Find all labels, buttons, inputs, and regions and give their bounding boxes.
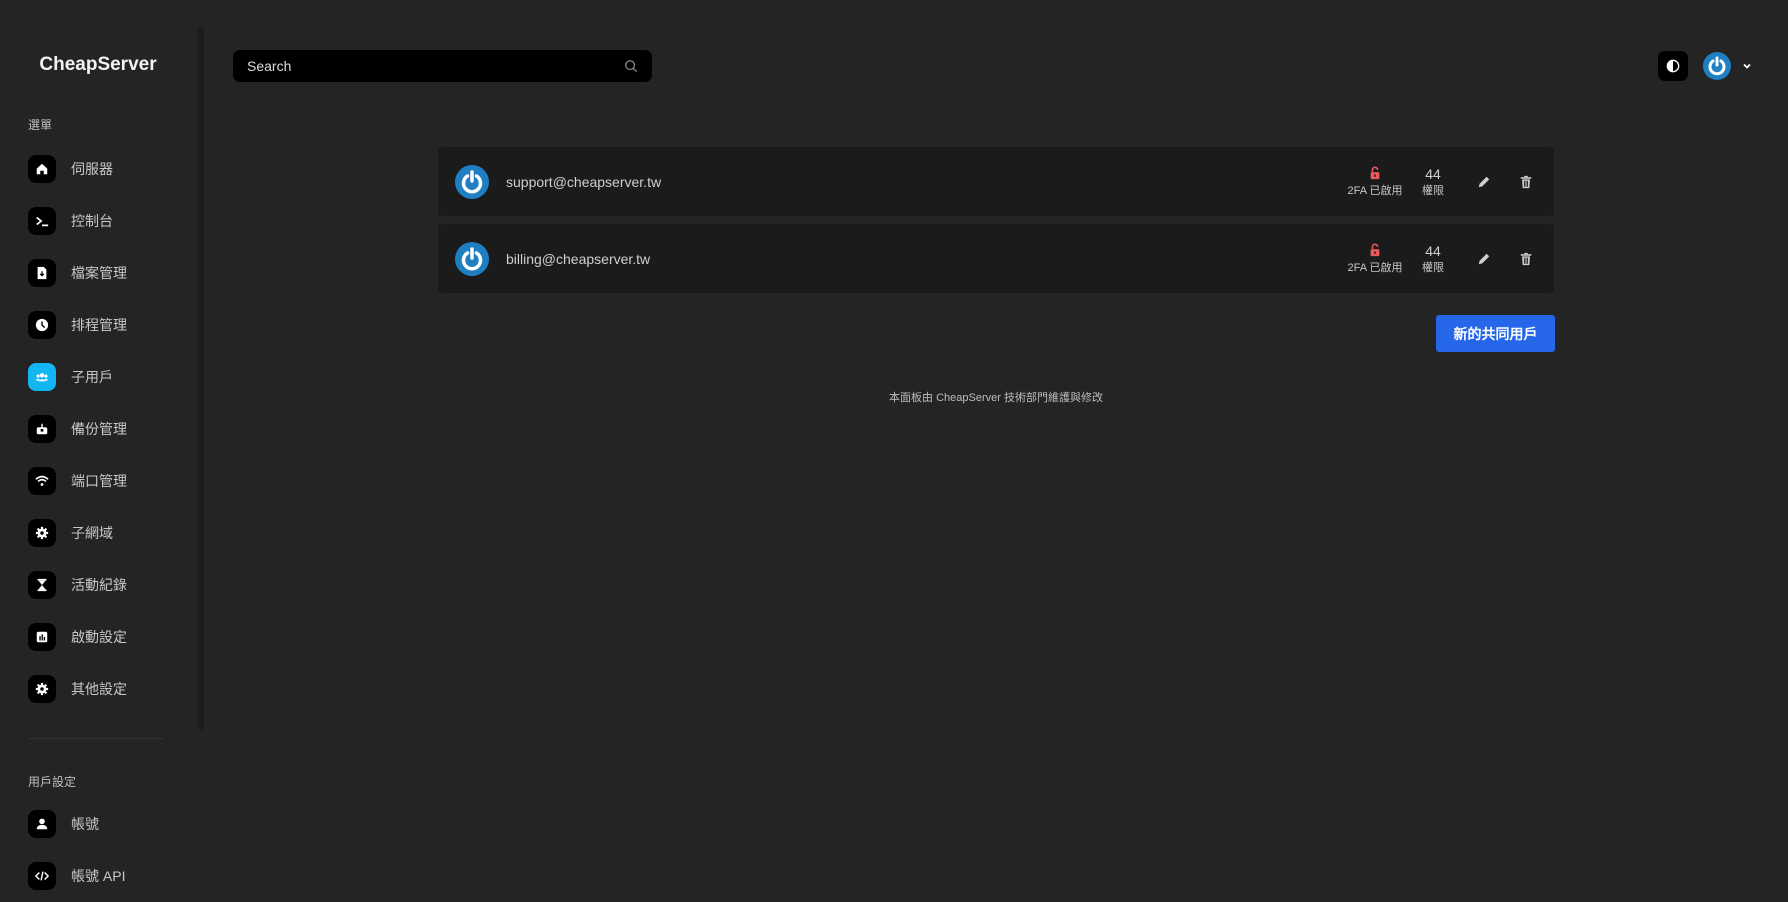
delete-button[interactable] bbox=[1511, 244, 1541, 274]
sidebar-item-subusers[interactable]: 子用戶 bbox=[28, 363, 188, 391]
sidebar-item-activity[interactable]: 活動紀錄 bbox=[28, 571, 188, 599]
permissions-label: 權限 bbox=[1422, 261, 1444, 274]
sidebar-item-label: 啟動設定 bbox=[71, 629, 127, 645]
gear-icon bbox=[28, 519, 56, 547]
new-subuser-button[interactable]: 新的共同用戶 bbox=[1436, 315, 1555, 352]
wifi-icon bbox=[28, 467, 56, 495]
sidebar-item-ports[interactable]: 端口管理 bbox=[28, 467, 188, 495]
user-avatar[interactable] bbox=[1703, 52, 1731, 80]
sidebar-item-label: 其他設定 bbox=[71, 681, 127, 697]
sidebar-item-account-api[interactable]: 帳號 API bbox=[28, 862, 188, 890]
sidebar-item-subdomains[interactable]: 子網域 bbox=[28, 519, 188, 547]
unlock-icon bbox=[1370, 166, 1380, 179]
sidebar-item-label: 帳號 bbox=[71, 816, 99, 832]
permissions-number: 44 bbox=[1425, 165, 1441, 182]
search-input[interactable] bbox=[247, 58, 624, 74]
sidebar-divider bbox=[28, 738, 164, 739]
users-icon bbox=[28, 363, 56, 391]
edit-button[interactable] bbox=[1469, 244, 1499, 274]
subuser-email: billing@cheapserver.tw bbox=[506, 250, 651, 267]
sidebar-item-label: 活動紀錄 bbox=[71, 577, 127, 593]
pencil-icon bbox=[1478, 253, 1490, 264]
tfa-status: 2FA 已啟用 bbox=[1345, 166, 1405, 198]
sidebar-item-servers[interactable]: 伺服器 bbox=[28, 155, 188, 183]
sidebar-item-label: 備份管理 bbox=[71, 421, 127, 437]
search-icon[interactable] bbox=[624, 59, 638, 73]
sidebar-item-other-settings[interactable]: 其他設定 bbox=[28, 675, 188, 703]
permissions-count: 44 權限 bbox=[1409, 243, 1457, 275]
clock-icon bbox=[28, 311, 56, 339]
trash-icon bbox=[1520, 175, 1532, 188]
file-icon bbox=[28, 259, 56, 287]
menu-section-label: 選單 bbox=[28, 118, 53, 132]
subuser-avatar bbox=[455, 241, 489, 276]
sidebar-item-backups[interactable]: 備份管理 bbox=[28, 415, 188, 443]
sidebar-item-label: 檔案管理 bbox=[71, 265, 127, 281]
subuser-email: support@cheapserver.tw bbox=[506, 173, 662, 190]
theme-toggle-button[interactable] bbox=[1658, 51, 1688, 81]
chevron-down-icon[interactable] bbox=[1741, 60, 1753, 72]
trash-icon bbox=[1520, 252, 1532, 265]
unlock-icon bbox=[1370, 243, 1380, 256]
hourglass-icon bbox=[28, 571, 56, 599]
subuser-avatar bbox=[455, 164, 489, 199]
permissions-number: 44 bbox=[1425, 242, 1441, 259]
sidebar-item-label: 帳號 API bbox=[71, 868, 126, 884]
backup-icon bbox=[28, 415, 56, 443]
sidebar-item-files[interactable]: 檔案管理 bbox=[28, 259, 188, 287]
sidebar-item-label: 控制台 bbox=[71, 213, 113, 229]
sidebar-item-label: 子用戶 bbox=[71, 369, 113, 385]
sidebar-scrollbar[interactable] bbox=[198, 26, 204, 730]
terminal-icon bbox=[28, 207, 56, 235]
permissions-count: 44 權限 bbox=[1409, 166, 1457, 198]
user-settings-section-label: 用戶設定 bbox=[28, 775, 77, 789]
footer-text: 本面板由 CheapServer 技術部門維護與修改 bbox=[889, 392, 1103, 404]
user-icon bbox=[28, 810, 56, 838]
gear-icon bbox=[28, 675, 56, 703]
code-icon bbox=[28, 862, 56, 890]
home-icon bbox=[28, 155, 56, 183]
contrast-icon bbox=[1666, 59, 1680, 73]
permissions-label: 權限 bbox=[1422, 184, 1444, 197]
sidebar-item-label: 伺服器 bbox=[71, 161, 113, 177]
pencil-icon bbox=[1478, 176, 1490, 187]
sidebar-item-label: 子網域 bbox=[71, 525, 113, 541]
sidebar-item-account[interactable]: 帳號 bbox=[28, 810, 188, 838]
delete-button[interactable] bbox=[1511, 167, 1541, 197]
chart-icon bbox=[28, 623, 56, 651]
subuser-row: support@cheapserver.tw 2FA 已啟用 44 權限 bbox=[438, 147, 1554, 216]
tfa-label: 2FA 已啟用 bbox=[1347, 261, 1403, 274]
sidebar-item-startup[interactable]: 啟動設定 bbox=[28, 623, 188, 651]
edit-button[interactable] bbox=[1469, 167, 1499, 197]
sidebar-item-label: 排程管理 bbox=[71, 317, 127, 333]
tfa-label: 2FA 已啟用 bbox=[1347, 184, 1403, 197]
search-bar[interactable] bbox=[233, 50, 652, 82]
tfa-status: 2FA 已啟用 bbox=[1345, 243, 1405, 275]
sidebar: CheapServer 選單 伺服器 控制台 檔案管理 排程管理 子用戶 備份管… bbox=[0, 0, 196, 902]
sidebar-item-schedules[interactable]: 排程管理 bbox=[28, 311, 188, 339]
brand-logo[interactable]: CheapServer bbox=[0, 54, 196, 76]
sidebar-item-console[interactable]: 控制台 bbox=[28, 207, 188, 235]
subuser-row: billing@cheapserver.tw 2FA 已啟用 44 權限 bbox=[438, 224, 1554, 293]
sidebar-item-label: 端口管理 bbox=[71, 473, 127, 489]
